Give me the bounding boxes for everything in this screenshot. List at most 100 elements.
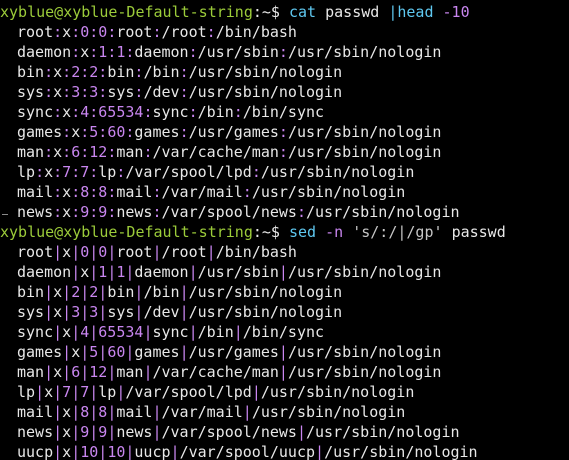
terminal-window[interactable]: xyblue@xyblue-Default-string: ~$ cat pass… bbox=[0, 0, 569, 460]
field-separator: | bbox=[89, 323, 99, 341]
field-separator: | bbox=[107, 423, 117, 441]
field-value: /usr/sbin/nologin bbox=[188, 283, 343, 301]
field-value: lp bbox=[17, 163, 36, 181]
field-separator: : bbox=[80, 123, 90, 141]
output-line: sync:x:4:65534:sync:/bin:/bin/sync bbox=[17, 102, 324, 122]
field-separator: | bbox=[98, 443, 108, 460]
field-separator: : bbox=[71, 43, 81, 61]
field-value: /bin bbox=[197, 103, 234, 121]
field-value: x bbox=[53, 143, 63, 161]
field-value: /usr/sbin/nologin bbox=[188, 83, 343, 101]
field-value: x bbox=[62, 423, 72, 441]
field-separator: | bbox=[296, 423, 306, 441]
field-separator: : bbox=[179, 123, 189, 141]
field-separator: : bbox=[278, 43, 288, 61]
field-separator: : bbox=[62, 123, 72, 141]
field-value: x bbox=[71, 123, 81, 141]
field-separator: : bbox=[71, 103, 81, 121]
prompt-colon: : bbox=[252, 3, 262, 21]
field-separator: | bbox=[62, 303, 72, 321]
field-separator: : bbox=[62, 63, 72, 81]
field-value: lp bbox=[98, 163, 117, 181]
field-value: mail bbox=[17, 183, 54, 201]
field-value: sys bbox=[17, 303, 45, 321]
field-value: games bbox=[17, 123, 63, 141]
field-separator: | bbox=[107, 263, 117, 281]
field-separator: | bbox=[233, 323, 243, 341]
output-line: mail:x:8:8:mail:/var/mail:/usr/sbin/nolo… bbox=[17, 182, 405, 202]
field-value: man bbox=[116, 363, 144, 381]
field-value: /var/cache/man bbox=[152, 363, 279, 381]
field-separator: | bbox=[53, 323, 63, 341]
field-value: 1 bbox=[98, 43, 108, 61]
command-arg: -10 bbox=[442, 3, 470, 21]
field-separator: | bbox=[89, 423, 99, 441]
field-separator: : bbox=[98, 123, 108, 141]
field-separator: | bbox=[80, 363, 90, 381]
field-value: 7 bbox=[62, 163, 72, 181]
field-value: /usr/sbin/nologin bbox=[251, 403, 406, 421]
field-value: x bbox=[44, 163, 54, 181]
field-value: x bbox=[62, 103, 72, 121]
field-value: root bbox=[116, 243, 153, 261]
command-arg: -n bbox=[325, 223, 344, 241]
prompt-path: ~$ bbox=[261, 223, 280, 241]
field-separator: : bbox=[53, 163, 63, 181]
field-value: x bbox=[53, 363, 63, 381]
field-separator: : bbox=[98, 83, 108, 101]
field-value: 3 bbox=[71, 303, 81, 321]
field-separator: | bbox=[278, 263, 288, 281]
field-value: 0 bbox=[98, 23, 108, 41]
field-value: 4 bbox=[80, 323, 90, 341]
field-value: /bin/sync bbox=[242, 103, 325, 121]
field-value: 3 bbox=[89, 83, 99, 101]
field-value: 5 bbox=[89, 343, 99, 361]
field-value: games bbox=[17, 343, 63, 361]
field-value: 3 bbox=[89, 303, 99, 321]
field-separator: : bbox=[89, 183, 99, 201]
field-separator: : bbox=[53, 103, 63, 121]
field-value: 65534 bbox=[98, 103, 144, 121]
output-line: uucp|x|10|10|uucp|/var/spool/uucp|/usr/s… bbox=[17, 442, 478, 460]
field-value: 60 bbox=[107, 123, 126, 141]
field-value: mail bbox=[116, 403, 153, 421]
field-separator: : bbox=[89, 163, 99, 181]
field-value: x bbox=[53, 83, 63, 101]
field-value: 12 bbox=[89, 143, 108, 161]
field-separator: | bbox=[98, 283, 108, 301]
command-line[interactable]: xyblue@xyblue-Default-string:~$ sed -n '… bbox=[0, 222, 506, 242]
field-separator: | bbox=[278, 363, 288, 381]
field-separator: | bbox=[89, 403, 99, 421]
output-line: games:x:5:60:games:/usr/games:/usr/sbin/… bbox=[17, 122, 441, 142]
field-value: 9 bbox=[80, 203, 90, 221]
field-value: 8 bbox=[80, 183, 90, 201]
command-arg: passwd bbox=[451, 223, 506, 241]
field-separator: : bbox=[62, 143, 72, 161]
field-separator: | bbox=[53, 383, 63, 401]
field-value: 7 bbox=[80, 163, 90, 181]
output-line: root|x|0|0|root|/root|/bin/bash bbox=[17, 242, 297, 262]
command-line[interactable]: xyblue@xyblue-Default-string:~$ cat pass… bbox=[0, 2, 470, 22]
field-value: /var/cache/man bbox=[152, 143, 279, 161]
field-separator: | bbox=[152, 403, 162, 421]
field-value: daemon bbox=[134, 43, 189, 61]
output-line: root:x:0:0:root:/root:/bin/bash bbox=[17, 22, 297, 42]
field-value: bin bbox=[107, 63, 135, 81]
field-value: daemon bbox=[17, 263, 72, 281]
field-separator: | bbox=[80, 283, 90, 301]
field-value: /var/spool/uucp bbox=[179, 443, 316, 460]
field-value: man bbox=[116, 143, 144, 161]
field-value: lp bbox=[98, 383, 117, 401]
field-separator: | bbox=[170, 443, 180, 460]
field-value: sync bbox=[17, 103, 54, 121]
output-line: news|x|9|9|news|/var/spool/news|/usr/sbi… bbox=[17, 422, 460, 442]
field-value: /var/spool/news bbox=[161, 203, 297, 221]
field-separator: : bbox=[71, 203, 81, 221]
field-separator: : bbox=[107, 23, 117, 41]
field-separator: : bbox=[206, 23, 216, 41]
field-value: 4 bbox=[80, 103, 90, 121]
field-value: x bbox=[53, 283, 63, 301]
field-value: news bbox=[116, 423, 153, 441]
field-value: x bbox=[62, 183, 72, 201]
field-separator: : bbox=[80, 83, 90, 101]
